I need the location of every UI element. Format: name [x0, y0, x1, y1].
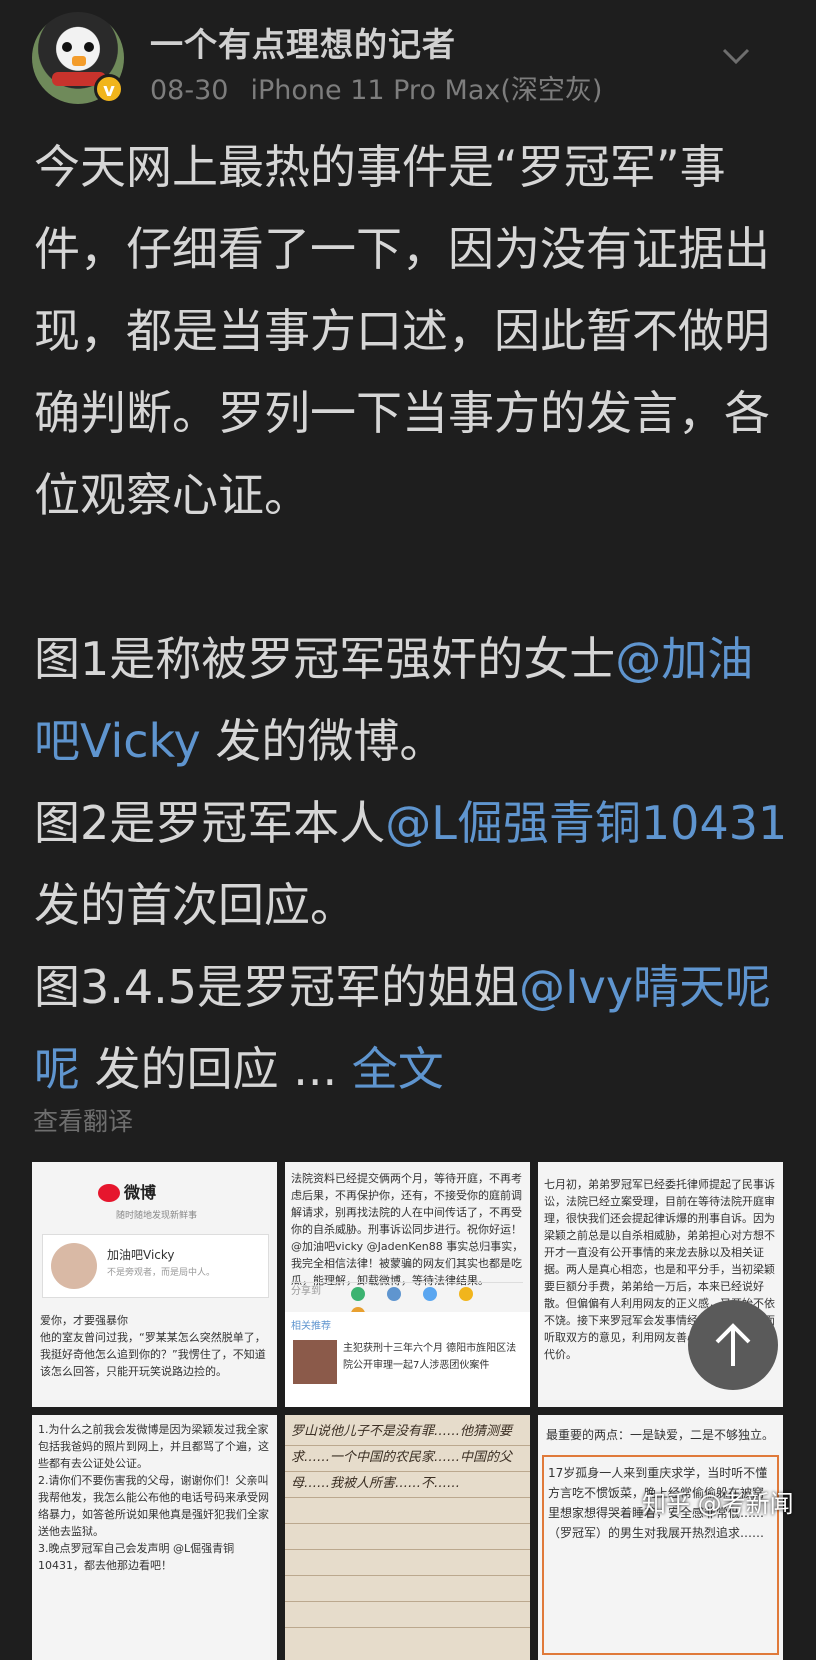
wechat-icon	[351, 1287, 365, 1301]
image-thumbnail-5[interactable]: 罗山说他儿子不是没有罪……他猜测要求……一个中国的农民家……中国的父母……我被人…	[285, 1415, 530, 1660]
profile-card: 加油吧Vicky 不是旁观者，而是局中人。	[42, 1234, 269, 1298]
image-2-text: 法院资料已经提交俩两个月，等待开庭，不再考虑后果，不再保护你，还有，不接受你的庭…	[291, 1172, 524, 1287]
chevron-down-icon[interactable]	[716, 40, 756, 70]
arrow-up-icon	[715, 1323, 751, 1366]
line-2-suffix: 发的首次回应。	[34, 878, 356, 932]
handwritten-letter: 罗山说他儿子不是没有罪……他猜测要求……一个中国的农民家……中国的父母……我被人…	[291, 1424, 513, 1491]
paper-line	[285, 1497, 530, 1498]
weibo-logo-icon	[98, 1184, 120, 1202]
line-3-text: 图3.4.5是罗冠军的姐姐	[34, 960, 520, 1014]
line-1-suffix: 发的微博。	[200, 714, 446, 768]
view-translation-link[interactable]: 查看翻译	[33, 1102, 133, 1138]
paper-line	[285, 1601, 530, 1602]
image-thumbnail-1[interactable]: 微博 随时随地发现新鲜事 加油吧Vicky 不是旁观者，而是局中人。 爱你，才要…	[32, 1162, 277, 1407]
share-label: 分享到	[291, 1286, 321, 1297]
related-recommendations: 相关推荐 主犯获刑十三年六个月 德阳市旌阳区法院公开审理一起7人涉恶团伙案件	[285, 1312, 530, 1407]
avatar-beak	[72, 56, 86, 66]
qq-icon	[423, 1287, 437, 1301]
full-text-link[interactable]: 全文	[352, 1042, 444, 1096]
zhihu-watermark: 知乎 @考新闻	[642, 1490, 794, 1518]
star-icon	[459, 1287, 473, 1301]
post-line-1: 图1是称被罗冠军强奸的女士@加油吧Vicky 发的微博。	[34, 618, 794, 782]
post-body: 今天网上最热的事件是“罗冠军”事件，仔细看了一下，因为没有证据出现，都是当事方口…	[34, 126, 794, 1110]
weibo-logo-sub: 随时随地发现新鲜事	[116, 1211, 198, 1221]
back-to-top-button[interactable]	[688, 1300, 778, 1390]
post-paragraph-1: 今天网上最热的事件是“罗冠军”事件，仔细看了一下，因为没有证据出现，都是当事方口…	[34, 140, 770, 522]
paper-line	[285, 1523, 530, 1524]
post-line-3: 图3.4.5是罗冠军的姐姐@Ivy晴天呢呢 发的回应 ... 全文	[34, 946, 794, 1110]
related-text: 主犯获刑十三年六个月 德阳市旌阳区法院公开审理一起7人涉恶团伙案件	[343, 1343, 517, 1371]
image-thumbnail-6[interactable]: 最重要的两点：一是缺爱，二是不够独立。 17岁孤身一人来到重庆求学，当时听不懂方…	[538, 1415, 783, 1660]
share-icons	[351, 1287, 521, 1321]
image-thumbnail-2[interactable]: 法院资料已经提交俩两个月，等待开庭，不再考虑后果，不再保护你，还有，不接受你的庭…	[285, 1162, 530, 1407]
share-row: 分享到	[291, 1282, 523, 1321]
image-4-text: 1.为什么之前我会发微博是因为梁颖发过我全家包括我爸妈的照片到网上，并且都骂了个…	[38, 1423, 269, 1572]
profile-name: 加油吧Vicky	[107, 1248, 175, 1262]
paper-line	[285, 1627, 530, 1628]
post-header: v 一个有点理想的记者 08-30 iPhone 11 Pro Max(深空灰)	[0, 0, 816, 120]
line-1-text: 图1是称被罗冠军强奸的女士	[34, 632, 616, 686]
paper-line	[285, 1549, 530, 1550]
moments-icon	[387, 1287, 401, 1301]
line-2-text: 图2是罗冠军本人	[34, 796, 386, 850]
image-thumbnail-4[interactable]: 1.为什么之前我会发微博是因为梁颖发过我全家包括我爸妈的照片到网上，并且都骂了个…	[32, 1415, 277, 1660]
v-badge-icon: v	[94, 74, 124, 104]
post-line-2: 图2是罗冠军本人@L倔强青铜10431 发的首次回应。	[34, 782, 794, 946]
post-device: iPhone 11 Pro Max(深空灰)	[250, 75, 603, 106]
profile-avatar	[51, 1243, 97, 1289]
post-meta: 08-30 iPhone 11 Pro Max(深空灰)	[150, 68, 624, 107]
profile-desc: 不是旁观者，而是局中人。	[107, 1268, 216, 1278]
image-6-heading: 最重要的两点：一是缺爱，二是不够独立。	[546, 1428, 775, 1442]
line-3-suffix: 发的回应 ...	[80, 1042, 352, 1096]
avatar-eye	[62, 42, 72, 52]
related-title: 相关推荐	[291, 1321, 331, 1332]
related-thumbnail	[293, 1340, 337, 1384]
mention-link-luo[interactable]: @L倔强青铜10431	[385, 796, 787, 850]
weibo-logo-text: 微博	[124, 1183, 157, 1202]
avatar-eye	[84, 42, 94, 52]
post-date: 08-30	[150, 75, 229, 106]
paper-line	[285, 1575, 530, 1576]
username[interactable]: 一个有点理想的记者	[150, 18, 456, 66]
image-1-text: 爱你，才要强暴你 他的室友曾问过我，“罗某某怎么突然脱单了，我挺好奇他怎么追到你…	[40, 1314, 266, 1378]
